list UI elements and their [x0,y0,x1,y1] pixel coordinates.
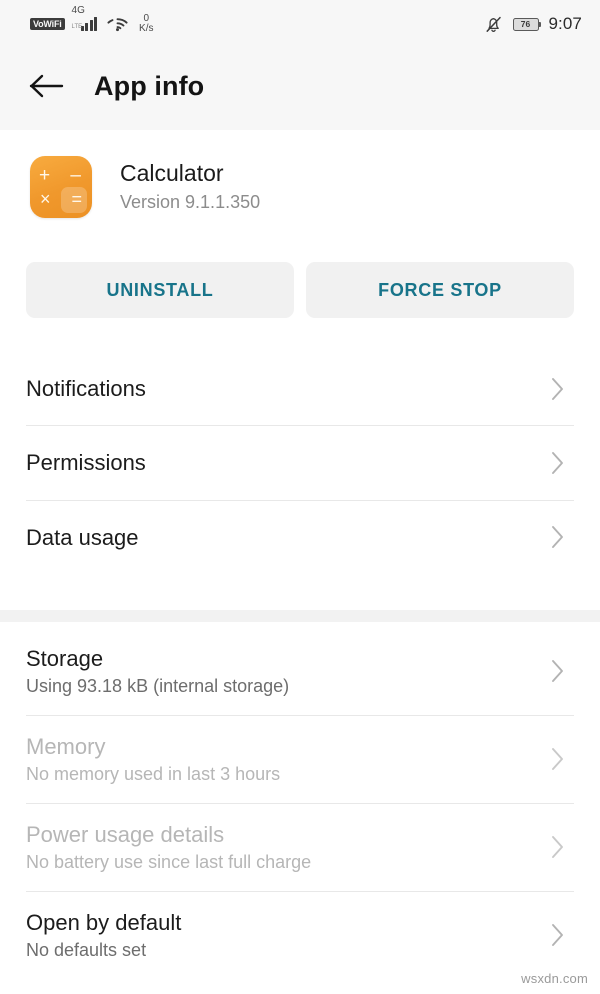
chevron-right-icon [546,377,570,401]
app-meta: Calculator Version 9.1.1.350 [120,161,260,212]
row-subtitle: No memory used in last 3 hours [26,764,281,785]
watermark-label: wsxdn.com [521,971,588,986]
row-labels: Open by default No defaults set [26,910,546,961]
row-subtitle: No battery use since last full charge [26,852,312,873]
app-name-label: Calculator [120,160,224,187]
chevron-right-icon [546,451,570,475]
status-bar-left: VoWiFi 4G LTE 0 K/s [30,6,154,35]
row-title: Data usage [26,524,139,550]
row-permissions[interactable]: Permissions [26,426,574,499]
settings-section-2: Storage Using 93.18 kB (internal storage… [0,628,600,979]
row-memory[interactable]: Memory No memory used in last 3 hours [26,716,574,803]
uninstall-button[interactable]: UNINSTALL [26,262,294,318]
bell-off-icon [484,15,503,34]
row-title: Permissions [26,450,146,476]
row-labels: Permissions [26,450,546,475]
row-power-usage[interactable]: Power usage details No battery use since… [26,804,574,891]
row-notifications[interactable]: Notifications [26,352,574,425]
calculator-equals-glyph: = [71,189,82,209]
row-data-usage[interactable]: Data usage [26,501,574,574]
row-title: Power usage details [26,821,225,847]
force-stop-button[interactable]: FORCE STOP [306,262,574,318]
network-speed-unit: K/s [139,23,154,34]
wifi-icon [107,16,128,32]
header-band: VoWiFi 4G LTE 0 K/s 76 9:07 App info [0,0,600,130]
chevron-right-icon [546,525,570,549]
calculator-plus-glyph: + [39,165,51,186]
row-subtitle: Using 93.18 kB (internal storage) [26,676,290,697]
app-identity: + – × = Calculator Version 9.1.1.350 [0,130,600,218]
row-title: Open by default [26,909,182,935]
chevron-right-icon [546,923,570,947]
cellular-signal-icon: 4G LTE [71,6,98,31]
vowifi-icon: VoWiFi [30,18,65,30]
page-title: App info [94,70,205,101]
row-labels: Power usage details No battery use since… [26,822,546,873]
row-labels: Data usage [26,525,546,550]
row-storage[interactable]: Storage Using 93.18 kB (internal storage… [26,628,574,715]
app-info-screen: VoWiFi 4G LTE 0 K/s 76 9:07 App info + –… [0,0,600,994]
settings-section-1: Notifications Permissions Data usage [0,352,600,574]
app-version-label: Version 9.1.1.350 [120,191,261,212]
status-bar: VoWiFi 4G LTE 0 K/s 76 9:07 [0,0,600,48]
row-open-by-default[interactable]: Open by default No defaults set [26,892,574,979]
row-labels: Notifications [26,376,546,401]
battery-icon: 76 [512,17,541,31]
row-title: Memory [26,733,106,759]
network-speed-indicator: 0 K/s [139,13,154,35]
row-title: Storage [26,645,104,671]
row-labels: Memory No memory used in last 3 hours [26,734,546,785]
action-buttons: UNINSTALL FORCE STOP [0,218,600,318]
row-labels: Storage Using 93.18 kB (internal storage… [26,646,546,697]
row-title: Notifications [26,376,146,401]
network-subtype-label: LTE [71,24,83,30]
status-bar-right: 76 9:07 [484,14,583,34]
calculator-icon: + – × = [30,156,92,218]
calculator-minus-glyph: – [70,165,81,186]
chevron-right-icon [546,835,570,859]
calculator-times-glyph: × [40,189,51,209]
row-subtitle: No defaults set [26,940,147,961]
app-bar: App info [0,48,600,124]
signal-bars-icon [80,17,98,31]
section-separator [0,609,600,622]
back-arrow-icon[interactable] [28,72,66,100]
chevron-right-icon [546,747,570,771]
chevron-right-icon [546,659,570,683]
battery-level-label: 76 [520,18,531,29]
clock-label: 9:07 [548,14,582,33]
network-type-label: 4G [71,5,85,16]
